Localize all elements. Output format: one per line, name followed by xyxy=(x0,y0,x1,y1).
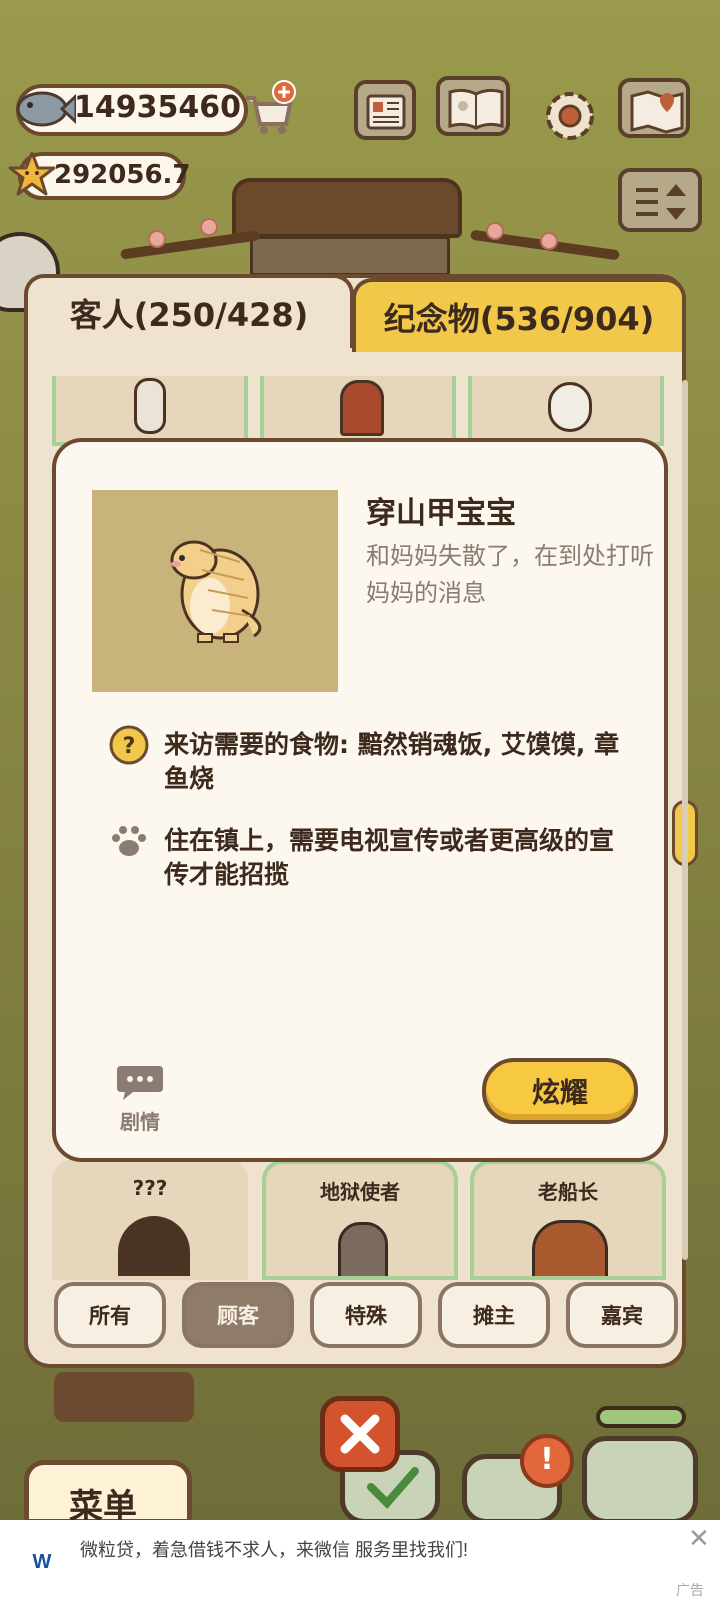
story-button[interactable]: 剧情 xyxy=(110,1062,170,1135)
bunny-character xyxy=(548,382,592,432)
star-icon xyxy=(8,150,56,202)
blossom xyxy=(200,218,218,236)
filter-label: 所有 xyxy=(89,1304,131,1328)
guest-description: 和妈妈失散了，在到处打听妈妈的消息 xyxy=(366,542,654,607)
notification-badge-icon: ! xyxy=(520,1434,574,1488)
guest-portrait xyxy=(92,490,338,692)
tab-souvenirs-label: 纪念物(536/904) xyxy=(383,300,655,338)
counter-table xyxy=(54,1372,194,1422)
guest-card-old-captain[interactable]: 老船长 xyxy=(470,1160,666,1280)
newspaper-button[interactable] xyxy=(354,80,416,140)
blossom xyxy=(148,230,166,248)
guest-name: 穿山甲宝宝 xyxy=(366,496,516,531)
filter-guest[interactable]: 嘉宾 xyxy=(566,1282,678,1348)
tree-branch xyxy=(119,230,261,260)
guest-card-unknown[interactable]: ??? xyxy=(52,1160,248,1280)
shop-cart-button[interactable] xyxy=(240,80,298,138)
grandma-character xyxy=(340,380,384,436)
filter-label: 嘉宾 xyxy=(601,1304,643,1328)
ad-close-icon[interactable]: ✕ xyxy=(688,1524,710,1554)
progress-bar xyxy=(596,1406,686,1428)
tab-souvenirs[interactable]: 纪念物(536/904) xyxy=(352,278,686,352)
old-captain-character xyxy=(532,1220,608,1276)
story-label: 剧情 xyxy=(120,1110,160,1134)
map-button[interactable] xyxy=(618,78,690,138)
shop-roof xyxy=(232,178,462,238)
book-paw-icon xyxy=(448,88,504,130)
fish-icon xyxy=(12,82,78,140)
ad-tag: 广告 xyxy=(676,1583,704,1599)
ad-logo-icon: W xyxy=(24,1546,60,1580)
paw-icon xyxy=(110,824,148,862)
guest-card-hell-envoy[interactable]: 地狱使者 xyxy=(262,1160,458,1280)
card-name: 老船长 xyxy=(538,1180,598,1204)
show-off-label: 炫耀 xyxy=(531,1076,588,1109)
menu-button[interactable]: 菜单 xyxy=(24,1460,192,1527)
close-icon xyxy=(340,1414,380,1454)
guest-card[interactable] xyxy=(468,376,664,446)
guest-card[interactable] xyxy=(52,376,248,446)
guest-card[interactable] xyxy=(260,376,456,446)
required-food-text: 来访需要的食物: 黯然销魂饭, 艾馍馍, 章鱼烧 xyxy=(164,730,620,793)
newspaper-icon xyxy=(366,94,406,130)
card-name: 地狱使者 xyxy=(320,1180,400,1204)
pangolin-baby-illustration xyxy=(170,540,262,643)
filter-all[interactable]: 所有 xyxy=(54,1282,166,1348)
fish-count: 14935460 xyxy=(74,90,241,125)
speech-bubble-icon xyxy=(117,1066,163,1100)
guide-book-button[interactable] xyxy=(436,76,510,136)
card-name: ??? xyxy=(132,1176,168,1200)
silhouette-character xyxy=(118,1216,190,1276)
question-icon: ? xyxy=(108,724,150,770)
svg-text:?: ? xyxy=(123,734,136,759)
filter-customer[interactable]: 顾客 xyxy=(182,1282,294,1348)
sort-button[interactable] xyxy=(618,168,702,232)
filter-vendor[interactable]: 摊主 xyxy=(438,1282,550,1348)
shop-front xyxy=(250,236,450,276)
close-button[interactable] xyxy=(320,1396,400,1472)
tab-guests[interactable]: 客人(250/428) xyxy=(24,274,354,348)
settings-button[interactable] xyxy=(532,78,594,140)
ad-text: 微粒贷，着急借钱不求人，来微信 服务里找我们! xyxy=(80,1540,468,1560)
scrollbar-track[interactable] xyxy=(682,380,688,1260)
phone-promo-button[interactable] xyxy=(582,1436,698,1524)
filter-special[interactable]: 特殊 xyxy=(310,1282,422,1348)
filter-label: 摊主 xyxy=(473,1304,515,1328)
tab-guests-label: 客人(250/428) xyxy=(69,296,309,334)
show-off-button[interactable]: 炫耀 xyxy=(482,1058,638,1124)
filter-label: 特殊 xyxy=(345,1304,387,1328)
sort-icon xyxy=(636,184,686,220)
visit-condition-text: 住在镇上，需要电视宣传或者更高级的宣传才能招揽 xyxy=(164,826,615,889)
cart-plus-icon xyxy=(246,80,296,134)
star-count: 292056.7 xyxy=(54,160,191,190)
hell-envoy-character xyxy=(338,1222,388,1276)
map-icon xyxy=(630,90,684,134)
svg-text:W: W xyxy=(33,1551,52,1573)
goose-character xyxy=(134,378,166,434)
blossom xyxy=(486,222,504,240)
filter-label: 顾客 xyxy=(217,1304,259,1328)
gear-icon xyxy=(546,92,594,140)
blossom xyxy=(540,232,558,250)
